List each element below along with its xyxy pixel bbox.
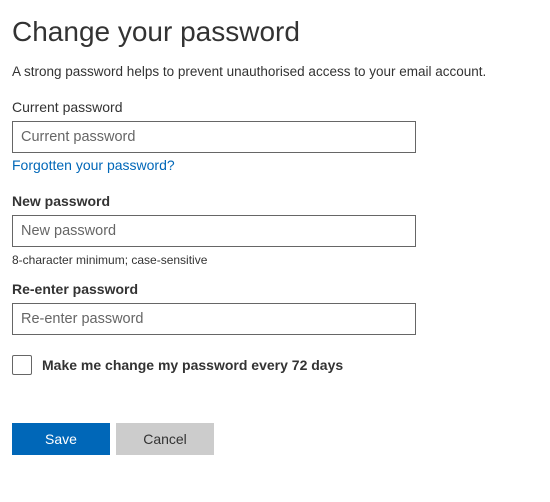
current-password-label: Current password [12,99,538,115]
new-password-input[interactable] [12,215,416,247]
forgot-password-link[interactable]: Forgotten your password? [12,157,175,173]
cancel-button[interactable]: Cancel [116,423,214,455]
save-button[interactable]: Save [12,423,110,455]
intro-text: A strong password helps to prevent unaut… [12,64,538,79]
reenter-password-label: Re-enter password [12,281,538,297]
page-title: Change your password [12,16,538,48]
new-password-label: New password [12,193,538,209]
periodic-change-label[interactable]: Make me change my password every 72 days [42,357,343,373]
reenter-password-input[interactable] [12,303,416,335]
password-hint: 8-character minimum; case-sensitive [12,253,538,267]
button-row: Save Cancel [12,423,538,455]
periodic-change-checkbox[interactable] [12,355,32,375]
current-password-input[interactable] [12,121,416,153]
